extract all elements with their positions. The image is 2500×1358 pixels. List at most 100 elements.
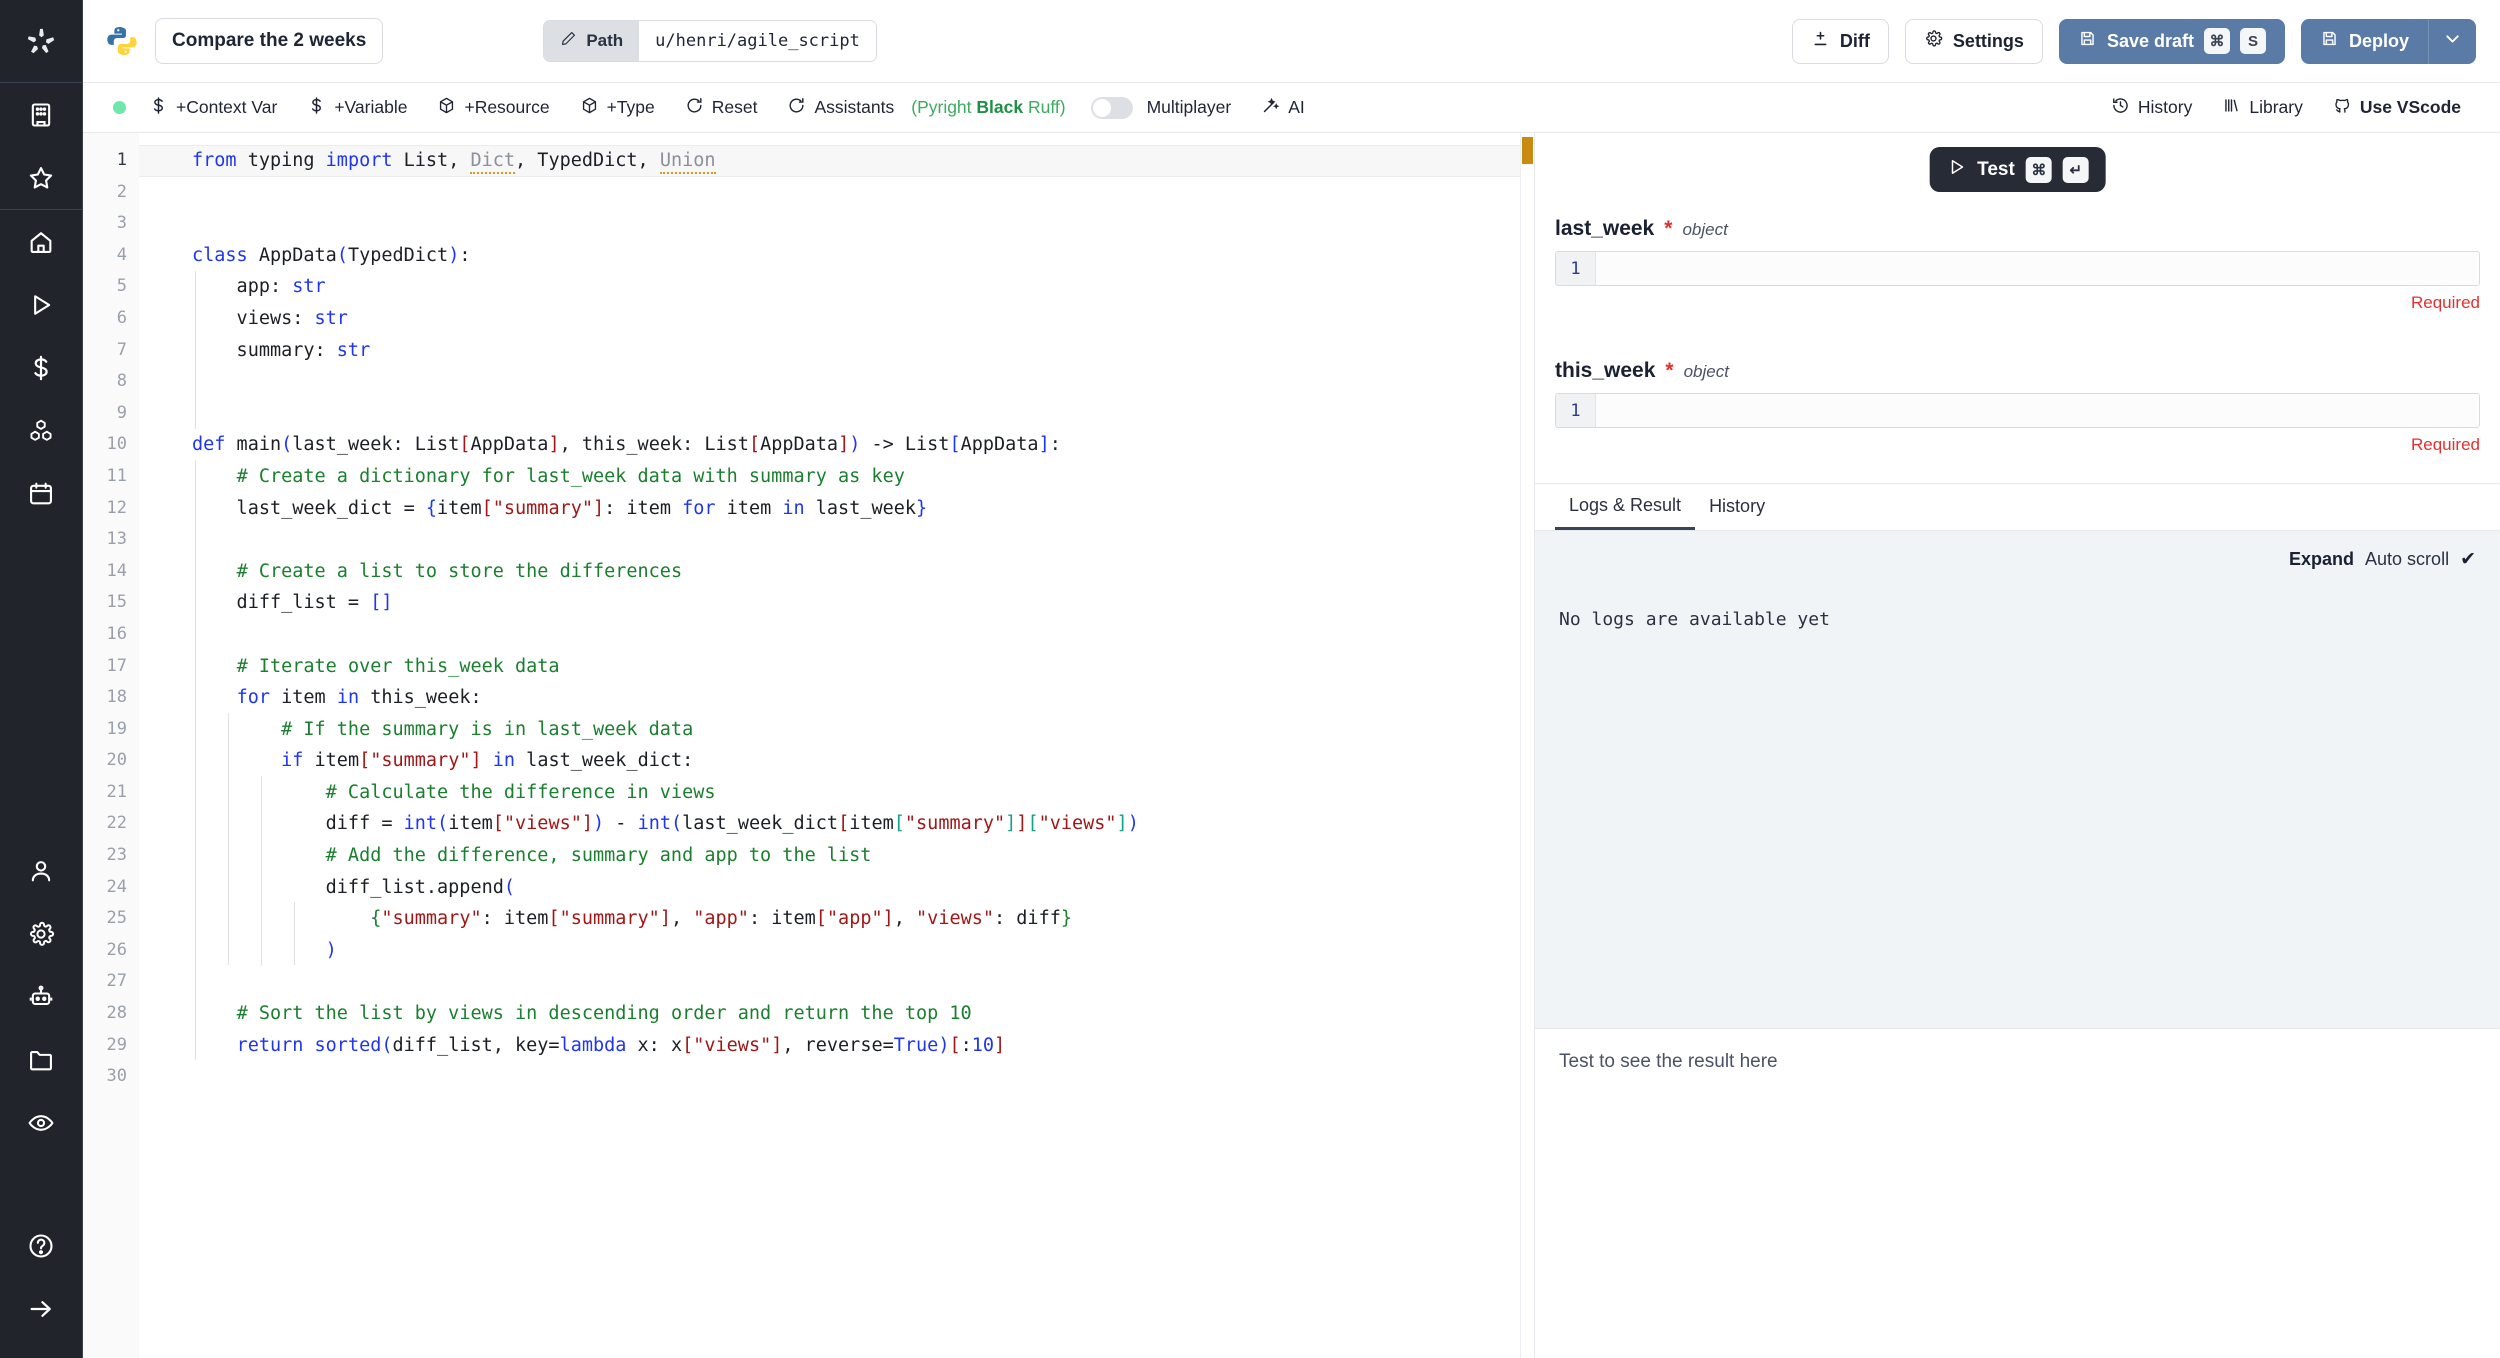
multiplayer-label: Multiplayer bbox=[1147, 97, 1232, 118]
sidebar-item-help[interactable] bbox=[0, 1214, 83, 1277]
add-resource-label: +Resource bbox=[464, 97, 549, 118]
save-draft-button[interactable]: Save draft ⌘ S bbox=[2059, 19, 2285, 64]
code-line-18: for item in this_week: bbox=[139, 682, 1534, 714]
sidebar-item-home[interactable] bbox=[0, 210, 83, 273]
code-line-25: {"summary": item["summary"], "app": item… bbox=[139, 903, 1534, 935]
save-draft-key-cmd: ⌘ bbox=[2204, 28, 2230, 54]
line-number: 3 bbox=[83, 208, 139, 240]
sidebar-item-workspace[interactable] bbox=[0, 83, 83, 146]
code-editor[interactable]: 1 2 3 4 5 6 7 8 9 10 11 12 13 14 15 16 1 bbox=[83, 133, 1535, 1358]
sidebar-item-audit-logs[interactable] bbox=[0, 1091, 83, 1154]
assistants-close-paren: ) bbox=[1060, 97, 1066, 117]
line-number: 27 bbox=[83, 966, 139, 998]
line-number: 28 bbox=[83, 998, 139, 1030]
deploy-button-group: Deploy bbox=[2301, 19, 2476, 64]
tab-logs-and-result[interactable]: Logs & Result bbox=[1555, 483, 1695, 530]
add-resource-button[interactable]: +Resource bbox=[422, 96, 564, 120]
sidebar-item-schedules[interactable] bbox=[0, 462, 83, 525]
home-icon bbox=[27, 228, 55, 256]
gear-icon bbox=[1924, 29, 1943, 53]
tab-history[interactable]: History bbox=[1695, 483, 1779, 530]
ai-button[interactable]: AI bbox=[1246, 96, 1320, 120]
calendar-icon bbox=[27, 480, 55, 508]
required-marker: * bbox=[1665, 359, 1673, 383]
folder-icon bbox=[27, 1046, 55, 1074]
arg-value-field[interactable] bbox=[1596, 252, 2479, 285]
line-number: 10 bbox=[83, 429, 139, 461]
refresh-icon bbox=[787, 96, 806, 120]
sidebar-item-favorites[interactable] bbox=[0, 146, 83, 209]
code-line-11: # Create a dictionary for last_week data… bbox=[139, 461, 1534, 493]
arg-input-last-week[interactable]: 1 bbox=[1555, 251, 2480, 286]
deploy-button[interactable]: Deploy bbox=[2301, 19, 2428, 64]
arg-type: object bbox=[1682, 220, 1727, 240]
test-button[interactable]: Test ⌘ ↵ bbox=[1929, 147, 2106, 192]
assistants-list: (Pyright Black Ruff) bbox=[911, 97, 1065, 118]
sidebar-item-variables[interactable] bbox=[0, 336, 83, 399]
sidebar-item-workers[interactable] bbox=[0, 965, 83, 1028]
sidebar-item-resources[interactable] bbox=[0, 399, 83, 462]
sidebar-item-runs[interactable] bbox=[0, 273, 83, 336]
code-line-26: ) bbox=[139, 935, 1534, 967]
sidebar-item-user[interactable] bbox=[0, 839, 83, 902]
user-icon bbox=[27, 857, 55, 885]
pencil-icon bbox=[560, 30, 577, 52]
code-line-9 bbox=[139, 398, 1534, 430]
auto-scroll-label: Auto scroll bbox=[2365, 549, 2449, 570]
sidebar-item-settings[interactable] bbox=[0, 902, 83, 965]
help-circle-icon bbox=[27, 1232, 55, 1260]
add-type-button[interactable]: +Type bbox=[565, 96, 670, 120]
history-label: History bbox=[2138, 97, 2192, 118]
path-value[interactable]: u/henri/agile_script bbox=[639, 21, 876, 61]
assistant-black: Black bbox=[976, 97, 1023, 117]
logs-empty-text: No logs are available yet bbox=[1559, 609, 1830, 630]
code-line-3 bbox=[139, 208, 1534, 240]
code-line-24: diff_list.append( bbox=[139, 872, 1534, 904]
script-summary-input[interactable]: Compare the 2 weeks bbox=[155, 18, 383, 64]
code-content[interactable]: from typing import List, Dict, TypedDict… bbox=[139, 133, 1534, 1358]
add-context-var-label: +Context Var bbox=[176, 97, 277, 118]
history-button[interactable]: History bbox=[2096, 96, 2207, 120]
add-context-var-button[interactable]: +Context Var bbox=[134, 96, 292, 120]
assistant-pyright: Pyright bbox=[917, 97, 971, 117]
code-line-29: return sorted(diff_list, key=lambda x: x… bbox=[139, 1030, 1534, 1062]
dollar-icon bbox=[307, 96, 326, 120]
library-button[interactable]: Library bbox=[2207, 96, 2318, 120]
script-path-field[interactable]: Path u/henri/agile_script bbox=[543, 20, 877, 62]
deploy-dropdown-button[interactable] bbox=[2428, 19, 2476, 64]
expand-button[interactable]: Expand bbox=[2289, 549, 2354, 570]
sidebar-expand-button[interactable] bbox=[0, 1277, 83, 1340]
sidebar-item-folders[interactable] bbox=[0, 1028, 83, 1091]
line-number: 21 bbox=[83, 777, 139, 809]
line-number: 30 bbox=[83, 1061, 139, 1093]
editor-header: Compare the 2 weeks Path u/henri/agile_s… bbox=[83, 0, 2500, 83]
arg-input-this-week[interactable]: 1 bbox=[1555, 393, 2480, 428]
auto-scroll-checkbox[interactable]: ✔ bbox=[2460, 548, 2476, 571]
arg-value-field[interactable] bbox=[1596, 394, 2479, 427]
multiplayer-toggle[interactable] bbox=[1091, 97, 1133, 119]
line-number: 1 bbox=[83, 145, 139, 177]
package-icon bbox=[580, 96, 599, 120]
reset-button[interactable]: Reset bbox=[670, 96, 773, 120]
diff-button[interactable]: Diff bbox=[1792, 19, 1889, 64]
code-line-22: diff = int(item["views"]) - int(last_wee… bbox=[139, 808, 1534, 840]
code-line-7: summary: str bbox=[139, 335, 1534, 367]
windmill-logo[interactable] bbox=[0, 0, 83, 83]
warning-marker[interactable] bbox=[1522, 137, 1533, 164]
sparkle-wand-icon bbox=[1261, 96, 1280, 120]
arg-error-last-week: Required bbox=[1555, 293, 2480, 313]
test-key-enter: ↵ bbox=[2063, 157, 2089, 183]
logs-tab-bar: Logs & Result History bbox=[1535, 483, 2500, 531]
line-number: 8 bbox=[83, 366, 139, 398]
add-variable-button[interactable]: +Variable bbox=[292, 96, 422, 120]
assistants-button[interactable]: Assistants (Pyright Black Ruff) bbox=[772, 96, 1080, 120]
use-vscode-button[interactable]: Use VScode bbox=[2318, 96, 2476, 120]
settings-button[interactable]: Settings bbox=[1905, 19, 2043, 64]
editor-overview-ruler[interactable] bbox=[1520, 133, 1534, 1358]
result-placeholder-text: Test to see the result here bbox=[1559, 1051, 1778, 1072]
code-line-15: diff_list = [] bbox=[139, 587, 1534, 619]
cubes-icon bbox=[27, 417, 55, 445]
line-number: 26 bbox=[83, 935, 139, 967]
line-number: 14 bbox=[83, 556, 139, 588]
code-line-13 bbox=[139, 524, 1534, 556]
